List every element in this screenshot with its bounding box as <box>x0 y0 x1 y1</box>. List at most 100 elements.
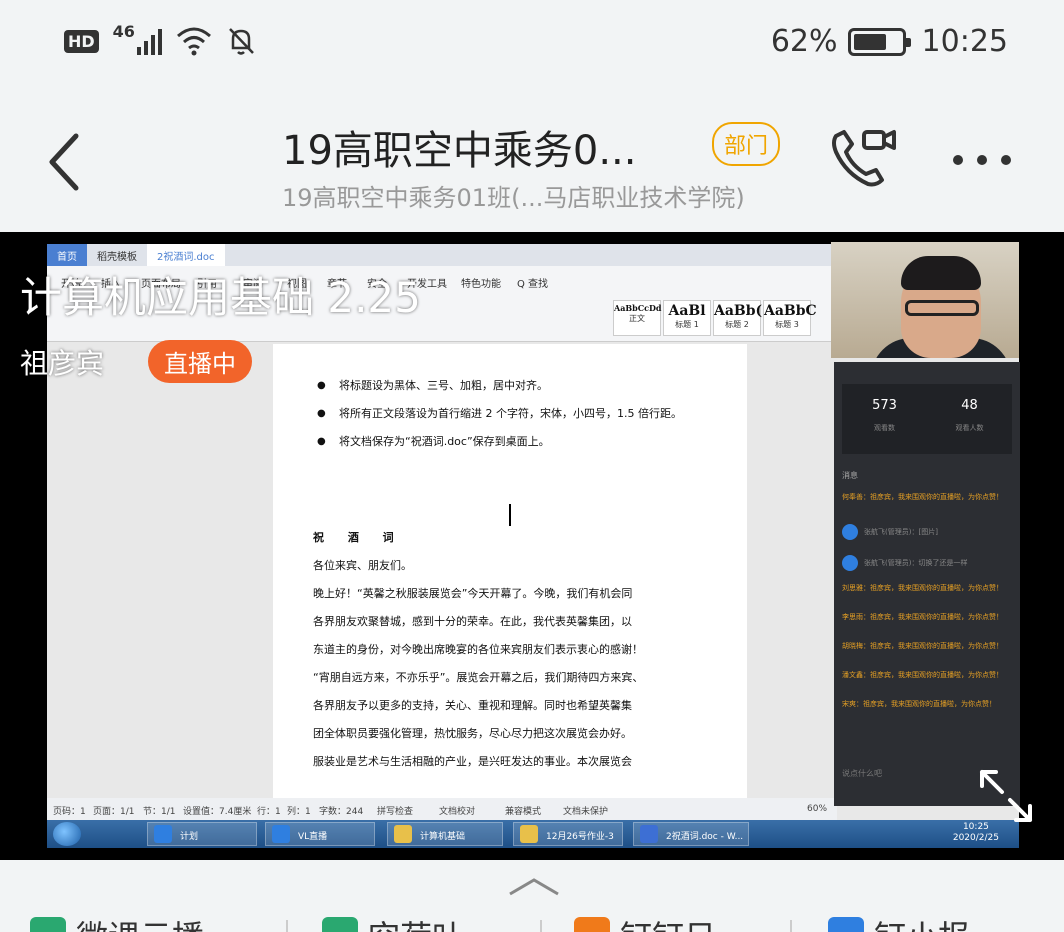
taskbar-item-label: VL直播 <box>298 832 328 842</box>
style-name: 标题 1 <box>675 320 699 329</box>
word-status-item[interactable]: 60% <box>807 804 827 814</box>
style-preset[interactable]: AaBbCcDd 正文 <box>613 300 662 336</box>
taskbar-item[interactable]: 2祝酒词.doc - W... <box>633 822 749 846</box>
document-paragraph-line: 东道主的身份，对今晚出席晚宴的各位来宾朋友们表示衷心的感谢！ <box>313 643 643 656</box>
document-tabs: 首页 稻壳模板 2祝酒词.doc <box>47 244 837 266</box>
chat-message-text: 张航飞(管理员)：切换了还是一样 <box>864 559 968 567</box>
shortcut-label: 钉小报 <box>874 912 970 932</box>
hd-icon: HD <box>64 29 99 53</box>
divider <box>790 920 792 932</box>
online-label: 观看人数 <box>955 424 984 432</box>
chat-message: 何奉善：祖彦宾，我来围观你的直播啦，为你点赞！ <box>842 492 1014 512</box>
clock: 10:25 <box>921 24 1008 59</box>
chat-message: 潘文鑫：祖彦宾，我来围观你的直播啦，为你点赞！ <box>842 670 1014 690</box>
word-status-item[interactable]: 文档校对 <box>439 804 475 817</box>
style-preset[interactable]: AaBl 标题 1 <box>663 300 711 336</box>
chat-message-text: 潘文鑫：祖彦宾，我来围观你的直播啦，为你点赞！ <box>842 671 1003 679</box>
word-status-item[interactable]: 文档未保护 <box>563 804 608 817</box>
host-name: 祖彦宾 <box>20 347 105 380</box>
chat-message: 刘思雅：祖彦宾，我来围观你的直播啦，为你点赞！ <box>842 583 1014 603</box>
chat-message-text: 宋爽：祖彦宾，我来围观你的直播啦，为你点赞！ <box>842 700 996 708</box>
word-status-bar: 页码：1 页面：1/1 节：1/1 设置值：7.4厘米 行：1 列：1 字数：244 拼写检查… <box>47 798 837 820</box>
style-name: 正文 <box>629 314 645 323</box>
instruction-bullet: 将标题设为黑体、三号、加粗，居中对齐。 <box>313 372 707 400</box>
messages-header: 消息 <box>842 471 858 480</box>
viewers-label: 观看数 <box>874 424 895 432</box>
shortcut-icon <box>828 917 864 932</box>
mute-bell-icon <box>229 28 254 55</box>
page-subtitle: 19高职空中乘务01班(...马店职业技术学院) <box>282 184 745 212</box>
ribbon-menu-item[interactable]: Q 查找 <box>517 275 548 290</box>
network-type: 46 <box>112 21 135 41</box>
taskbar-item[interactable]: 计划 <box>147 822 257 846</box>
style-preset[interactable]: AaBb(标题 2 <box>713 300 762 336</box>
chat-input[interactable]: 说点什么吧 <box>842 768 882 779</box>
chat-message: 胡晓梅：祖彦宾，我来围观你的直播啦，为你点赞！ <box>842 641 1014 661</box>
taskbar-app-icon <box>272 825 290 843</box>
stream-title: 计算机应用基础 2.25 <box>20 273 421 322</box>
department-badge: 部门 <box>712 122 781 166</box>
word-status-item: 列：1 <box>287 807 311 817</box>
more-icon[interactable] <box>950 152 1014 168</box>
document-page: 将标题设为黑体、三号、加粗，居中对齐。将所有正文段落设为首行缩进 2 个字符，宋… <box>273 344 747 806</box>
chat-header: 19高职空中乘务0... 部门 19高职空中乘务01班(...马店职业技术学院) <box>0 90 1064 232</box>
document-tab[interactable]: 2祝酒词.doc <box>147 244 225 266</box>
shortcut-2[interactable]: 钉钉日 <box>574 912 716 932</box>
online-count: 48 <box>961 398 978 413</box>
chat-message: 张航飞(管理员)：[图片] <box>842 521 1014 543</box>
live-video[interactable]: 首页 稻壳模板 2祝酒词.doc 开始 插入 页面布局 引用 审阅 视图 章节 安全 开发工具 特色功… <box>0 232 1064 860</box>
chat-message-text: 何奉善：祖彦宾，我来围观你的直播啦，为你点赞！ <box>842 493 1003 501</box>
document-heading: 祝 酒 词 <box>313 531 404 544</box>
taskbar-item-label: 计算机基础 <box>420 832 466 842</box>
taskbar-item[interactable]: VL直播 <box>265 822 375 846</box>
instruction-bullet: 将文档保存为“祝酒词.doc”保存到桌面上。 <box>313 428 707 456</box>
taskbar-app-icon <box>640 825 658 843</box>
status-bar: HD 46 62% 10:25 <box>0 0 1064 90</box>
instruction-bullet: 将所有正文段落设为首行缩进 2 个字符，宋体，小四号，1.5 倍行距。 <box>313 400 707 428</box>
taskbar-item-label: 计划 <box>180 832 199 842</box>
document-paragraph-line: 团全体职员要强化管理，热忱服务，尽心尽力把这次展览会办好。 <box>313 727 632 740</box>
shortcut-3[interactable]: 钉小报 <box>828 912 970 932</box>
page-title: 19高职空中乘务0... <box>282 128 637 174</box>
shortcut-1[interactable]: 空荷叶 <box>322 912 464 932</box>
start-button <box>53 822 81 846</box>
style-preset[interactable]: AaBbC 标题 3 <box>763 300 817 336</box>
word-status-item[interactable]: 拼写检查 <box>377 804 413 817</box>
document-paragraph-line: “宵朋自远方来，不亦乐乎”。展览会开幕之后，我们期待四方来宾、 <box>313 671 644 684</box>
word-status-item: 行：1 <box>257 807 281 817</box>
word-status-item[interactable]: 兼容模式 <box>505 804 541 817</box>
shortcut-icon <box>574 917 610 932</box>
chevron-up-icon[interactable] <box>506 876 562 896</box>
word-status-item: 页码：1 <box>53 807 86 817</box>
shortcut-label: 微课云播 <box>76 912 204 932</box>
wifi-icon <box>176 27 211 56</box>
document-tab[interactable]: 稻壳模板 <box>87 244 147 266</box>
chat-message-text: 刘思雅：祖彦宾，我来围观你的直播啦，为你点赞！ <box>842 584 1003 592</box>
shortcut-label: 空荷叶 <box>368 912 464 932</box>
live-badge: 直播中 <box>148 340 252 383</box>
shortcut-label: 钉钉日 <box>620 912 716 932</box>
chat-message: 宋爽：祖彦宾，我来围观你的直播啦，为你点赞！ <box>842 699 1014 719</box>
document-paragraph-line: 晚上好！“英馨之秋服装展览会”今天开幕了。今晚，我们有机会同 <box>313 587 633 600</box>
back-chevron-icon[interactable] <box>44 130 84 194</box>
video-call-icon[interactable] <box>828 128 898 188</box>
ribbon-menu-item[interactable]: 特色功能 <box>461 275 501 290</box>
fullscreen-exit-icon[interactable] <box>976 766 1036 826</box>
app-shortcuts-bar: 微课云播 空荷叶 钉钉日 钉小报 <box>0 860 1064 932</box>
taskbar-item[interactable]: 12月26号作业-3 <box>513 822 623 846</box>
document-paragraph-line: 各界朋友欢聚替城，感到十分的荣幸。在此，我代表英馨集团，以 <box>313 615 632 628</box>
document-paragraph-line: 各界朋友予以更多的支持，关心、重视和理解。同时也希望英馨集 <box>313 699 632 712</box>
avatar <box>842 524 858 540</box>
avatar <box>842 555 858 571</box>
viewers-count: 573 <box>872 398 897 413</box>
style-sample: AaBbC <box>764 303 817 319</box>
taskbar-app-icon <box>394 825 412 843</box>
divider <box>540 920 542 932</box>
shortcut-0[interactable]: 微课云播 <box>30 912 204 932</box>
document-tab[interactable]: 首页 <box>47 244 87 266</box>
battery-percent: 62% <box>770 24 838 59</box>
text-cursor <box>509 504 511 526</box>
taskbar-app-icon <box>154 825 172 843</box>
word-status-item: 设置值：7.4厘米 <box>183 807 252 817</box>
taskbar-item[interactable]: 计算机基础 <box>387 822 503 846</box>
